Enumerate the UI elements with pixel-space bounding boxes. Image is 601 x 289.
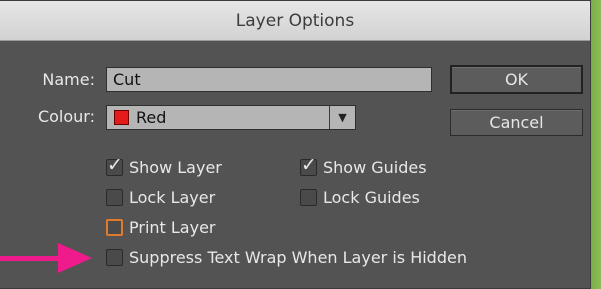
checkmark-icon: ✓ [107,154,123,176]
lock-guides-checkbox[interactable]: Lock Guides [300,187,450,209]
show-layer-checkbox[interactable]: ✓ Show Layer [106,154,256,179]
annotation-arrow-shaft [0,256,64,261]
checkbox-box[interactable]: ✓ [106,154,123,176]
checkbox-box[interactable]: ✓ [300,154,317,176]
checkbox-box[interactable] [300,189,317,206]
checkbox-label: Lock Layer [129,188,216,207]
suppress-text-wrap-checkbox[interactable]: Suppress Text Wrap When Layer is Hidden [106,247,506,269]
annotation-arrow-icon [58,243,92,273]
lock-layer-checkbox[interactable]: Lock Layer [106,187,256,209]
checkbox-label: Print Layer [129,218,216,237]
checkmark-icon: ✓ [301,154,317,176]
red-swatch-icon [114,110,129,125]
checkbox-label: Lock Guides [323,188,420,207]
name-input[interactable]: Cut [106,67,432,92]
show-guides-checkbox[interactable]: ✓ Show Guides [300,154,450,179]
print-layer-checkbox[interactable]: Print Layer [106,217,256,239]
chevron-down-icon[interactable]: ▼ [330,106,355,129]
cancel-button[interactable]: Cancel [450,109,583,136]
ok-button[interactable]: OK [450,65,583,94]
colour-select-value: Red [136,108,167,127]
checkbox-box[interactable] [106,189,123,206]
title-bar[interactable]: Layer Options [0,1,590,41]
dialog-title: Layer Options [235,11,355,31]
checkbox-box[interactable] [106,249,123,266]
checkbox-label: Show Guides [323,158,427,177]
desktop-background [591,0,601,289]
checkbox-label: Show Layer [129,158,222,177]
name-label: Name: [42,70,95,89]
colour-select[interactable]: Red ▼ [106,105,356,130]
colour-label: Colour: [37,107,95,126]
checkbox-box[interactable] [106,219,123,236]
checkbox-label: Suppress Text Wrap When Layer is Hidden [129,248,467,267]
